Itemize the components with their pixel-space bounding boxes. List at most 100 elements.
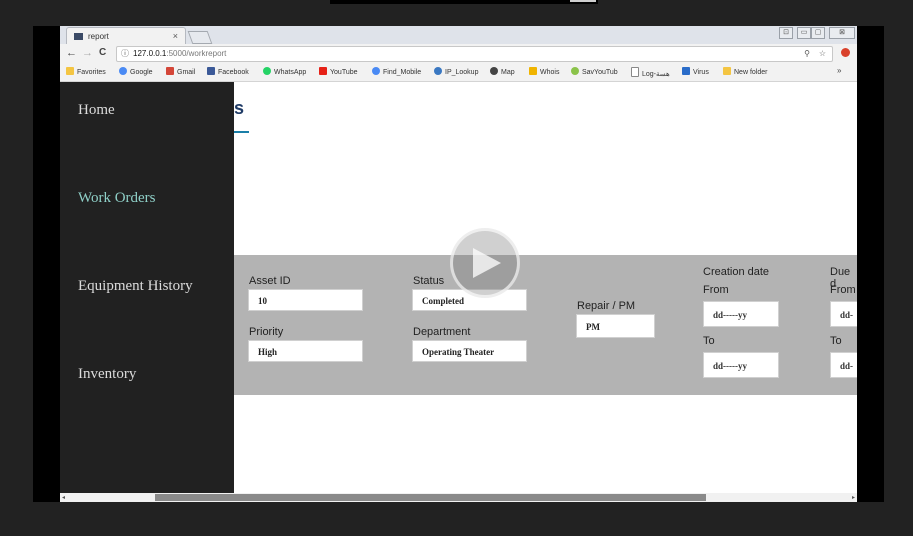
search-icon[interactable]: ⚲: [804, 47, 810, 61]
browser-toolbar: ← → C ⓘ 127.0.0.1:5000/workreport ⚲ ☆: [60, 44, 857, 63]
globe-icon: [434, 67, 442, 75]
address-bar[interactable]: ⓘ 127.0.0.1:5000/workreport ⚲ ☆: [116, 46, 833, 62]
play-icon: [473, 248, 501, 278]
browser-window: report × ⊡ ▭ ▢ ⊠ ← → C ⓘ 127.0.0.1:5000/…: [60, 26, 857, 502]
due-from-date-input[interactable]: dd-: [830, 301, 857, 327]
window-close-button[interactable]: ⊠: [829, 27, 855, 39]
bookmark-facebook[interactable]: Facebook: [207, 67, 249, 76]
folder-icon: [66, 67, 74, 75]
asset-id-input[interactable]: 10: [248, 289, 363, 311]
asset-id-label: Asset ID: [249, 275, 291, 287]
creation-from-label: From: [703, 284, 729, 296]
bookmark-savyoutub[interactable]: SavYouTub: [571, 67, 618, 76]
bookmark-youtube[interactable]: YouTube: [319, 67, 358, 76]
youtube-icon: [319, 67, 327, 75]
creation-to-date-input[interactable]: dd-----yy: [703, 352, 779, 378]
bookmark-label: WhatsApp: [274, 69, 307, 76]
whois-icon: [529, 67, 537, 75]
repair-pm-select[interactable]: PM: [576, 314, 655, 338]
tab-strip: report × ⊡ ▭ ▢ ⊠: [60, 26, 857, 45]
sidebar: Home Work Orders Equipment History Inven…: [60, 82, 234, 493]
bookmark-star-icon[interactable]: ☆: [819, 47, 826, 61]
back-button[interactable]: ←: [66, 47, 77, 59]
bookmark-label: Find_Mobile: [383, 69, 422, 76]
bookmark-whois[interactable]: Whois: [529, 67, 559, 76]
forward-button[interactable]: →: [82, 47, 93, 59]
download-icon: [571, 67, 579, 75]
video-frame: report × ⊡ ▭ ▢ ⊠ ← → C ⓘ 127.0.0.1:5000/…: [33, 26, 884, 502]
bookmark-label: Map: [501, 69, 515, 76]
reload-button[interactable]: C: [99, 47, 106, 58]
window-restore-button[interactable]: ▢: [811, 27, 825, 39]
sidebar-item-inventory[interactable]: Inventory: [78, 366, 136, 383]
bookmark-label: IP_Lookup: [445, 69, 479, 76]
bookmark-label: New folder: [734, 69, 768, 76]
horizontal-scrollbar[interactable]: ◂ ▸: [60, 493, 857, 502]
bookmark-label: Log-هسة: [642, 71, 670, 78]
bookmark-gmail[interactable]: Gmail: [166, 67, 195, 76]
bookmarks-more-icon[interactable]: »: [837, 66, 841, 75]
bookmark-map[interactable]: Map: [490, 67, 515, 76]
page-icon: [631, 67, 639, 77]
creation-from-date-input[interactable]: dd-----yy: [703, 301, 779, 327]
bookmark-label: YouTube: [330, 69, 358, 76]
bookmark-find-mobile[interactable]: Find_Mobile: [372, 67, 421, 76]
page-content: Home Work Orders Equipment History Inven…: [60, 82, 857, 493]
video-top-bar-knob: [570, 0, 596, 2]
tab-report[interactable]: report ×: [66, 27, 186, 45]
priority-select[interactable]: High: [248, 340, 363, 362]
bookmark-google[interactable]: Google: [119, 67, 153, 76]
tab-title: report: [88, 32, 109, 41]
bookmark-log[interactable]: Log-هسة: [631, 67, 670, 78]
url-path: :5000/workreport: [166, 49, 227, 58]
sidebar-item-home[interactable]: Home: [78, 102, 115, 119]
page-title: s: [234, 98, 245, 118]
bookmark-new-folder[interactable]: New folder: [723, 67, 767, 76]
due-from-label: From: [830, 284, 856, 296]
site-info-icon[interactable]: ⓘ: [121, 47, 129, 61]
google-icon: [119, 67, 127, 75]
sidebar-item-work-orders[interactable]: Work Orders: [78, 190, 156, 207]
bookmark-label: SavYouTub: [582, 69, 618, 76]
bookmark-label: Favorites: [77, 69, 106, 76]
scroll-left-icon[interactable]: ◂: [62, 494, 65, 501]
bookmarks-bar: Favorites Google Gmail Facebook WhatsApp…: [60, 63, 857, 82]
extension-icon[interactable]: [841, 48, 850, 57]
bookmark-label: Facebook: [218, 69, 249, 76]
facebook-icon: [207, 67, 215, 75]
bookmark-favorites[interactable]: Favorites: [66, 67, 106, 76]
bookmark-label: Google: [130, 69, 153, 76]
url-host: 127.0.0.1: [133, 49, 167, 58]
department-label: Department: [413, 326, 471, 338]
title-underline: [234, 131, 249, 133]
window-user-icon[interactable]: ⊡: [779, 27, 793, 39]
bookmark-virus[interactable]: Virus: [682, 67, 709, 76]
due-to-date-input[interactable]: dd-: [830, 352, 857, 378]
window-minimize-button[interactable]: ▭: [797, 27, 811, 39]
new-tab-button[interactable]: [187, 31, 213, 44]
video-top-bar: [330, 0, 598, 4]
map-icon: [490, 67, 498, 75]
address-url: 127.0.0.1:5000/workreport: [133, 47, 226, 61]
bookmark-label: Gmail: [177, 69, 196, 76]
bookmark-ip-lookup[interactable]: IP_Lookup: [434, 67, 478, 76]
department-select[interactable]: Operating Theater: [412, 340, 527, 362]
repair-pm-label: Repair / PM: [577, 300, 636, 312]
gmail-icon: [166, 67, 174, 75]
whatsapp-icon: [263, 67, 271, 75]
scroll-right-icon[interactable]: ▸: [852, 494, 855, 501]
bookmark-label: Virus: [693, 69, 709, 76]
google-icon: [372, 67, 380, 75]
tab-close-icon[interactable]: ×: [173, 31, 178, 41]
bookmark-whatsapp[interactable]: WhatsApp: [263, 67, 306, 76]
virus-icon: [682, 67, 690, 75]
play-button[interactable]: [450, 228, 520, 298]
sidebar-item-equipment-history[interactable]: Equipment History: [78, 278, 193, 295]
folder-icon: [723, 67, 731, 75]
scrollbar-thumb[interactable]: [155, 494, 706, 501]
due-to-label: To: [830, 335, 842, 347]
creation-date-label: Creation date: [703, 266, 770, 278]
bookmark-label: Whois: [540, 69, 560, 76]
creation-to-label: To: [703, 335, 715, 347]
filter-panel: Asset ID 10 Priority High Status Complet…: [234, 255, 857, 395]
